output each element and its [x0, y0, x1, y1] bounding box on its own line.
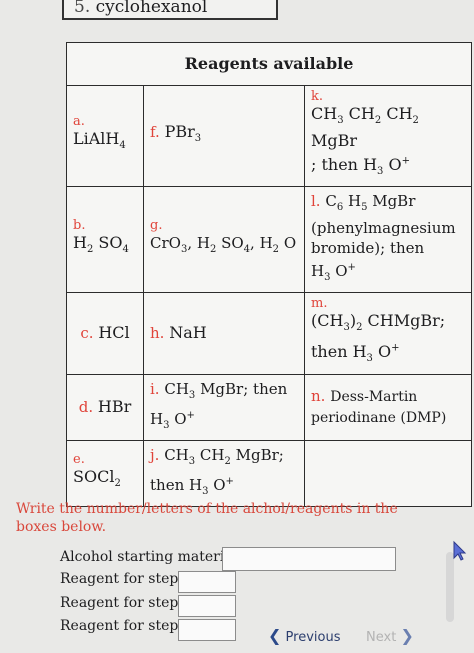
reagent-cell-h: h. NaH — [143, 291, 305, 375]
step3-input[interactable] — [178, 619, 236, 641]
reagent-formula: C6 H5 MgBr (phenylmagnesium bromide); then… — [311, 191, 456, 283]
previous-label: Previous — [285, 630, 341, 645]
reagent-formula: SOCl2 — [73, 466, 121, 489]
mouse-cursor-icon — [453, 540, 467, 561]
reagent-letter: h. — [150, 324, 165, 343]
reagent-letter: f. — [150, 123, 160, 142]
reagent-cell-e: e. SOCl2 — [66, 439, 144, 507]
instructions-text: Write the number/letters of the alchol/r… — [16, 501, 398, 535]
reagent-formula: (CH3)2 CHMgBr; then H3 O+ — [311, 311, 446, 365]
chevron-left-icon: ❮ — [268, 626, 282, 645]
alcohol-label: Alcohol starting material — [60, 549, 238, 565]
alcohol-input[interactable] — [222, 547, 396, 571]
reagent-cell-k: k. CH3 CH2 CH2 MgBr; then H3 O+ — [304, 85, 472, 187]
reagent-letter: b. — [73, 217, 86, 233]
reagent-cell-j: j. CH3 CH2 MgBr; then H3 O+ — [143, 439, 305, 507]
reagent-cell-empty — [304, 439, 472, 507]
reagent-letter: m. — [311, 296, 328, 312]
step3-label: Reagent for step 3 — [60, 618, 192, 634]
previous-button[interactable]: ❮ Previous — [268, 626, 341, 645]
reagent-letter: d. — [78, 398, 94, 417]
step2-input[interactable] — [178, 595, 236, 617]
reagent-cell-a: a. LiAlH4 — [66, 85, 144, 187]
reagent-cell-g: g. CrO3, H2 SO4, H2 O — [143, 185, 305, 293]
reagent-formula: CH3 CH2 CH2 MgBr; then H3 O+ — [311, 104, 419, 177]
reagent-formula: CrO3, H2 SO4, H2 O — [150, 233, 297, 255]
reagent-cell-n: n. Dess-Martin periodinane (DMP) — [304, 373, 472, 441]
reagent-letter: c. — [80, 324, 94, 343]
reagent-formula: H2 SO4 — [73, 232, 129, 255]
step1-label: Reagent for step 1 — [60, 571, 192, 587]
reagent-letter: k. — [311, 89, 324, 104]
reagent-letter: e. — [73, 451, 85, 467]
reagent-cell-i: i. CH3 MgBr; then H3 O+ — [143, 373, 305, 441]
reagent-letter: l. — [311, 191, 321, 210]
reagent-cell-f: f. PBr3 — [143, 85, 305, 187]
reagent-cell-c: c. HCl — [66, 291, 144, 375]
reagent-formula: HCl — [98, 323, 130, 343]
reagent-cell-m: m. (CH3)2 CHMgBr; then H3 O+ — [304, 291, 472, 375]
scrollbar[interactable] — [446, 552, 454, 622]
next-button[interactable]: Next ❯ — [366, 626, 414, 645]
reagent-formula: CH3 MgBr; then H3 O+ — [150, 379, 288, 431]
step1-input[interactable] — [178, 571, 236, 593]
reagent-letter: i. — [150, 379, 160, 398]
reagent-letter: a. — [73, 114, 85, 130]
reagent-letter: g. — [150, 217, 163, 233]
reagent-cell-d: d. HBr — [66, 373, 144, 441]
item-number: 5. — [74, 0, 91, 17]
reagents-header: Reagents available — [66, 42, 472, 86]
previous-item-box: 5. cyclohexanol — [62, 0, 278, 20]
reagent-cell-b: b. H2 SO4 — [66, 185, 144, 293]
reagents-table: Reagents available a. LiAlH4 f. PBr3 k. … — [66, 42, 472, 507]
reagent-formula: LiAlH4 — [73, 129, 126, 152]
reagent-formula: Dess-Martin periodinane (DMP) — [311, 389, 447, 427]
chevron-right-icon: ❯ — [400, 626, 414, 645]
next-label: Next — [366, 630, 397, 645]
reagent-formula: HBr — [97, 397, 132, 417]
reagent-cell-l: l. C6 H5 MgBr (phenylmagnesium bromide); t… — [304, 185, 472, 293]
reagent-formula: PBr3 — [164, 122, 202, 145]
step2-label: Reagent for step 2 — [60, 595, 192, 611]
item-text: cyclohexanol — [95, 0, 208, 17]
reagent-formula: CH3 CH2 MgBr; then H3 O+ — [150, 445, 284, 497]
reagent-letter: j. — [150, 445, 160, 464]
reagent-letter: n. — [311, 387, 326, 406]
reagent-formula: NaH — [169, 323, 207, 343]
